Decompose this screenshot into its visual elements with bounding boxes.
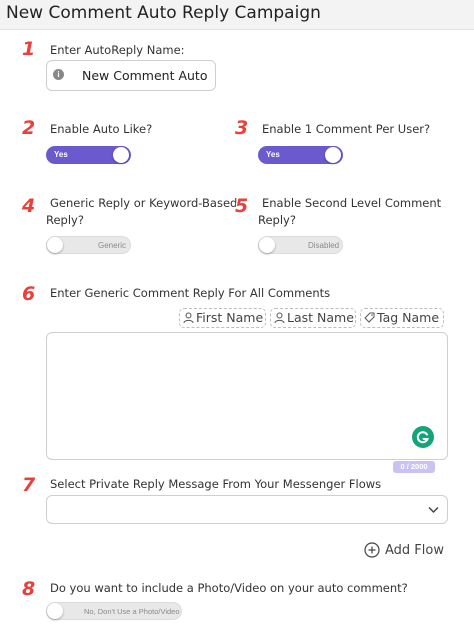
tag-last-name-label: Last Name (287, 310, 354, 325)
page-header: New Comment Auto Reply Campaign (0, 0, 474, 30)
second-level-label-line2: Reply? (258, 213, 296, 227)
person-icon (183, 312, 194, 324)
tag-first-name-label: First Name (196, 310, 264, 325)
toggle-knob (47, 237, 63, 253)
add-flow-label: Add Flow (385, 543, 444, 558)
plus-circle-icon (364, 542, 380, 558)
step-2-badge: 2 (22, 117, 36, 139)
media-toggle[interactable]: No, Don't Use a Photo/Video (46, 602, 182, 620)
character-counter: 0 / 2000 (393, 461, 435, 473)
generic-reply-label: Enter Generic Comment Reply For All Comm… (50, 286, 331, 300)
private-reply-label: Select Private Reply Message From Your M… (50, 477, 382, 491)
auto-like-label: Enable Auto Like? (50, 122, 153, 136)
second-level-state: Disabled (308, 241, 340, 250)
autoreply-name-label: Enter AutoReply Name: (50, 43, 185, 57)
step-6-badge: 6 (22, 283, 36, 305)
step-8-badge: 8 (22, 578, 36, 600)
autoreply-name-value: New Comment Auto Re (82, 68, 212, 83)
autoreply-name-input[interactable]: i New Comment Auto Re (46, 60, 216, 91)
one-comment-label: Enable 1 Comment Per User? (262, 122, 431, 136)
step-4-badge: 4 (22, 195, 36, 217)
step-7-badge: 7 (22, 474, 36, 496)
chevron-down-icon (428, 506, 439, 514)
reply-type-label-line1: Generic Reply or Keyword-Based (50, 196, 238, 210)
info-icon: i (53, 69, 64, 80)
reply-type-label-line2: Reply? (46, 213, 84, 227)
media-state: No, Don't Use a Photo/Video (84, 607, 180, 616)
toggle-knob (113, 147, 129, 163)
step-1-badge: 1 (22, 38, 36, 60)
tag-last-name[interactable]: Last Name (270, 308, 356, 328)
tag-first-name[interactable]: First Name (179, 308, 266, 328)
tag-icon (364, 312, 375, 323)
second-level-toggle[interactable]: Disabled (258, 236, 343, 254)
tag-tag-name[interactable]: Tag Name (360, 308, 444, 328)
second-level-label-line1: Enable Second Level Comment (262, 196, 442, 210)
tag-tag-name-label: Tag Name (377, 310, 440, 325)
media-label: Do you want to include a Photo/Video on … (50, 581, 408, 595)
one-comment-state: Yes (266, 150, 280, 159)
toggle-knob (47, 603, 63, 619)
grammarly-icon[interactable] (412, 426, 434, 448)
auto-like-toggle[interactable]: Yes (46, 146, 131, 164)
toggle-knob (259, 237, 275, 253)
auto-like-state: Yes (54, 150, 68, 159)
reply-type-toggle[interactable]: Generic (46, 236, 131, 254)
generic-reply-textarea[interactable] (46, 332, 448, 460)
toggle-knob (325, 147, 341, 163)
step-5-badge: 5 (235, 195, 249, 217)
one-comment-toggle[interactable]: Yes (258, 146, 343, 164)
reply-type-state: Generic (98, 241, 127, 250)
step-3-badge: 3 (235, 117, 249, 139)
person-icon (274, 312, 285, 324)
page-title: New Comment Auto Reply Campaign (6, 3, 321, 23)
private-reply-select[interactable] (46, 495, 448, 524)
